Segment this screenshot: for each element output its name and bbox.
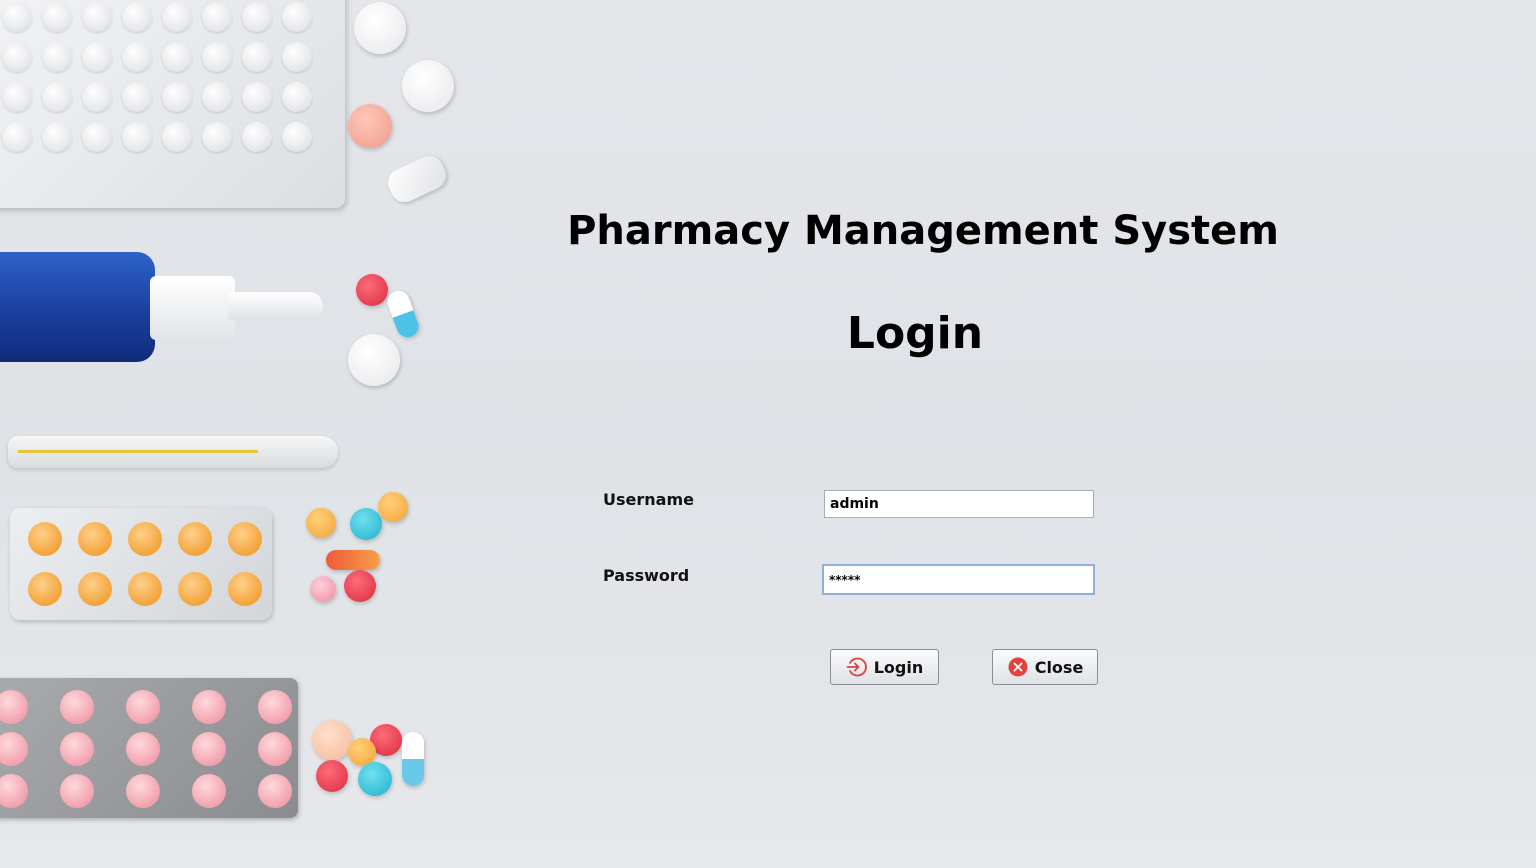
blue-capsule [402, 732, 424, 786]
login-button-label: Login [873, 657, 924, 677]
spray-bottle-neck [150, 276, 235, 340]
teal-pill [358, 762, 392, 796]
app-title: Pharmacy Management System [567, 208, 1279, 254]
white-pill [402, 60, 454, 112]
white-pill [354, 2, 406, 54]
orange-pill [378, 492, 408, 522]
background-medicine-image [0, 0, 460, 868]
username-label: Username [603, 490, 694, 509]
orange-capsule [326, 550, 380, 570]
red-pill [316, 760, 348, 792]
spray-bottle-nozzle [228, 292, 323, 320]
peach-pill [312, 720, 352, 760]
password-input[interactable] [822, 564, 1095, 595]
pink-pill [348, 104, 392, 148]
white-pill [348, 334, 400, 386]
blue-spray-bottle [0, 252, 155, 362]
pink-pill-blister-pack [0, 678, 298, 818]
password-label: Password [603, 566, 690, 585]
login-button[interactable]: Login [830, 649, 939, 685]
red-pill [344, 570, 376, 602]
orange-pill-blister-pack [10, 508, 272, 620]
close-button[interactable]: Close [992, 649, 1098, 685]
red-pill [356, 274, 388, 306]
teal-pill [350, 508, 382, 540]
close-button-label: Close [1034, 657, 1084, 677]
thermometer [8, 436, 338, 468]
username-input[interactable] [824, 490, 1094, 518]
close-circle-icon [1007, 656, 1029, 678]
login-arrow-icon [846, 656, 868, 678]
white-pill-blister-pack [0, 0, 345, 208]
white-capsule [383, 151, 451, 207]
orange-pill [306, 508, 336, 538]
login-heading: Login [846, 308, 984, 359]
blue-capsule [384, 287, 422, 341]
pink-pill [310, 576, 336, 602]
